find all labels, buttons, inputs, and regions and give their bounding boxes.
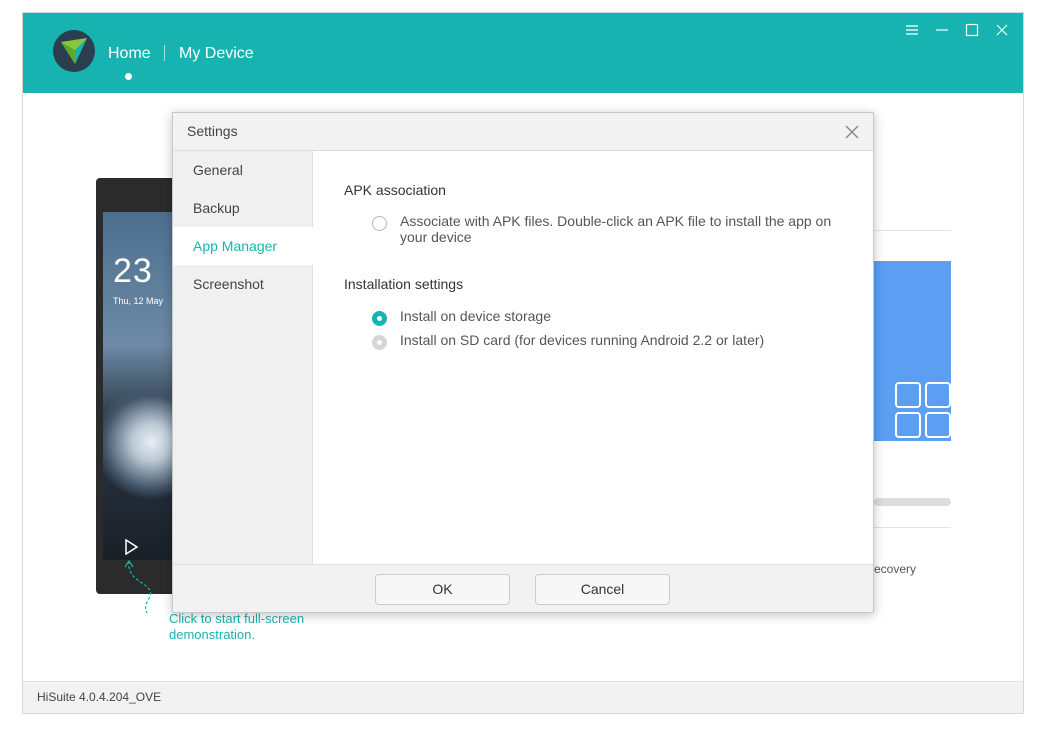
phone-clock: 23 xyxy=(113,252,153,290)
minimize-icon[interactable] xyxy=(933,23,951,41)
install-device-storage-label: Install on device storage xyxy=(400,308,551,324)
dialog-title: Settings xyxy=(187,123,238,139)
play-demo-icon[interactable] xyxy=(123,538,139,556)
top-bar: Home My Device xyxy=(23,13,1023,93)
nav-home[interactable]: Home xyxy=(108,45,151,63)
apk-association-radio[interactable] xyxy=(372,216,387,231)
storage-progress xyxy=(874,498,951,506)
nav-my-device[interactable]: My Device xyxy=(179,45,254,63)
menu-icon[interactable] xyxy=(903,23,921,41)
install-device-storage-radio[interactable] xyxy=(372,311,387,326)
hint-arrow-icon xyxy=(123,559,163,615)
status-bar: HiSuite 4.0.4.204_OVE xyxy=(23,681,1023,713)
maximize-icon[interactable] xyxy=(963,23,981,41)
phone-screen: 23 Thu, 12 May xyxy=(103,212,180,560)
hisuite-logo-icon xyxy=(53,30,95,72)
dialog-header: Settings xyxy=(173,113,873,151)
divider xyxy=(874,230,951,231)
install-sd-card-option[interactable]: Install on SD card (for devices running … xyxy=(372,332,842,352)
settings-sidebar: General Backup App Manager Screenshot xyxy=(173,151,314,564)
active-nav-indicator xyxy=(125,73,132,80)
demo-hint: Click to start full-screen demonstration… xyxy=(169,611,304,643)
wallpaper-image xyxy=(103,382,180,502)
sidebar-item-general[interactable]: General xyxy=(173,151,313,189)
phone-date: Thu, 12 May xyxy=(113,296,164,306)
apps-grid-icon xyxy=(894,381,954,446)
close-icon[interactable] xyxy=(993,23,1011,41)
divider xyxy=(874,527,951,528)
cancel-button[interactable]: Cancel xyxy=(535,574,670,605)
install-device-storage-option[interactable]: Install on device storage xyxy=(372,308,842,328)
settings-dialog: Settings General Backup App Manager Scre… xyxy=(172,112,874,613)
apk-association-title: APK association xyxy=(344,182,446,198)
install-sd-card-label: Install on SD card (for devices running … xyxy=(400,332,765,348)
demo-hint-line2: demonstration. xyxy=(169,627,255,642)
dialog-close-icon[interactable] xyxy=(843,123,861,141)
apk-association-option[interactable]: Associate with APK files. Double-click a… xyxy=(372,213,842,247)
demo-hint-line1: Click to start full-screen xyxy=(169,611,305,626)
version-label: HiSuite 4.0.4.204_OVE xyxy=(37,690,162,704)
installation-settings-title: Installation settings xyxy=(344,276,464,292)
phone-preview: 23 Thu, 12 May xyxy=(96,178,180,594)
recovery-link[interactable]: ecovery xyxy=(874,562,916,576)
sidebar-item-app-manager[interactable]: App Manager xyxy=(173,227,314,265)
dialog-footer: OK Cancel xyxy=(173,564,873,612)
sidebar-item-screenshot[interactable]: Screenshot xyxy=(173,265,313,303)
apk-association-label: Associate with APK files. Double-click a… xyxy=(400,213,832,245)
install-sd-card-radio[interactable] xyxy=(372,335,387,350)
nav-separator xyxy=(164,45,165,61)
ok-button[interactable]: OK xyxy=(375,574,510,605)
sidebar-item-backup[interactable]: Backup xyxy=(173,189,313,227)
app-tile[interactable] xyxy=(874,261,951,441)
